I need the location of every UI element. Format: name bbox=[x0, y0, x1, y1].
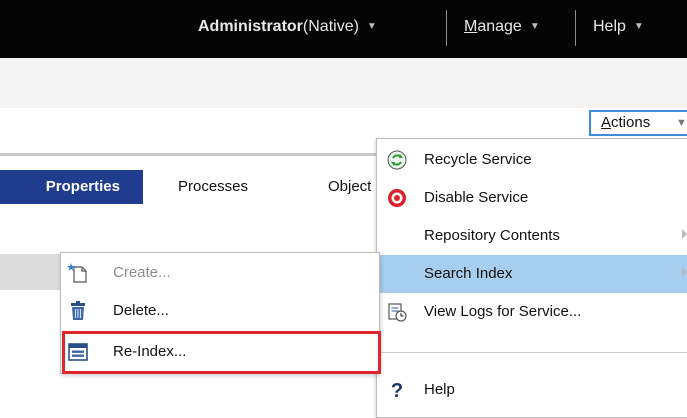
tab-strip-divider bbox=[0, 153, 378, 156]
recycle-icon bbox=[387, 150, 407, 170]
content-row bbox=[0, 254, 60, 290]
chevron-down-icon: ▼ bbox=[676, 117, 687, 129]
menu-item-label: Recycle Service bbox=[424, 151, 532, 168]
tab-properties[interactable]: Properties bbox=[0, 170, 143, 204]
menu-item-label: View Logs for Service... bbox=[424, 303, 582, 320]
actions-label: ctions bbox=[611, 114, 651, 131]
submenu-item-create[interactable]: Create... bbox=[61, 254, 379, 292]
user-name: Administrator bbox=[198, 18, 303, 36]
chevron-down-icon: ▼ bbox=[529, 21, 540, 32]
submenu-item-delete[interactable]: Delete... bbox=[61, 292, 379, 330]
chevron-down-icon: ▼ bbox=[633, 21, 644, 32]
svg-text:?: ? bbox=[391, 380, 403, 400]
menu-item-repository-contents[interactable]: Repository Contents bbox=[377, 217, 687, 255]
menu-item-label: Disable Service bbox=[424, 189, 529, 206]
submenu-arrow-icon bbox=[682, 267, 687, 277]
submenu-item-label: Create... bbox=[113, 264, 171, 281]
manage-menu[interactable]: Manage ▼ bbox=[464, 0, 540, 58]
logs-icon bbox=[388, 303, 407, 322]
user-domain: (Native) bbox=[302, 18, 359, 36]
help-label: Help bbox=[593, 18, 626, 36]
menu-item-view-logs[interactable]: View Logs for Service... bbox=[377, 293, 687, 331]
menu-item-label: Search Index bbox=[424, 265, 513, 282]
submenu-arrow-icon bbox=[682, 229, 687, 239]
help-menu[interactable]: Help ▼ bbox=[593, 0, 644, 58]
top-navigation-bar: Administrator(Native) ▼ Manage ▼ Help ▼ bbox=[0, 0, 687, 58]
disable-icon bbox=[388, 189, 406, 207]
actions-dropdown-menu: Recycle Service Disable Service Reposito… bbox=[376, 138, 687, 418]
manage-label: anage bbox=[477, 18, 522, 36]
manage-accesskey: M bbox=[464, 18, 478, 36]
user-menu[interactable]: Administrator(Native) ▼ bbox=[198, 0, 377, 58]
chevron-down-icon: ▼ bbox=[366, 21, 377, 32]
menu-item-disable-service[interactable]: Disable Service bbox=[377, 179, 687, 217]
new-document-icon bbox=[67, 263, 87, 283]
question-icon: ? bbox=[391, 380, 403, 400]
submenu-item-label: Delete... bbox=[113, 302, 169, 319]
menu-separator bbox=[377, 352, 687, 353]
toolbar-band bbox=[0, 58, 687, 108]
menu-item-help[interactable]: ? Help bbox=[377, 371, 687, 409]
separator bbox=[575, 10, 576, 46]
actions-accesskey: A bbox=[601, 114, 612, 131]
tab-objects[interactable]: Object bbox=[328, 170, 371, 204]
separator bbox=[446, 10, 447, 46]
menu-item-search-index[interactable]: Search Index bbox=[377, 255, 687, 293]
actions-button[interactable]: Actions ▼ bbox=[589, 110, 687, 136]
trash-icon bbox=[71, 301, 85, 320]
menu-item-recycle-service[interactable]: Recycle Service bbox=[377, 141, 687, 179]
menu-item-label: Repository Contents bbox=[424, 227, 560, 244]
tab-processes[interactable]: Processes bbox=[178, 170, 248, 204]
menu-item-label: Help bbox=[424, 381, 455, 398]
annotation-highlight-box bbox=[62, 331, 381, 374]
